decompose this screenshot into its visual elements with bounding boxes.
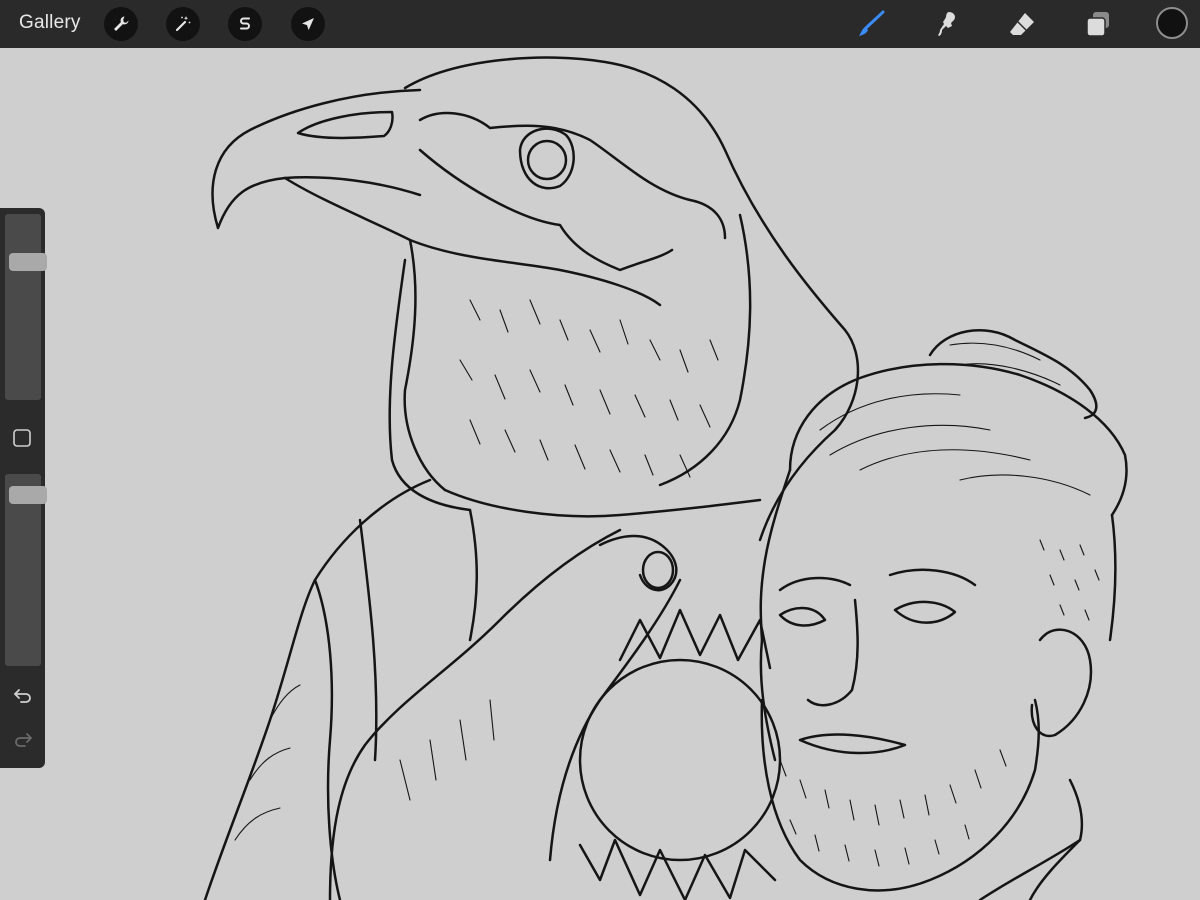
side-toolbar (0, 208, 47, 768)
collar (978, 778, 1084, 900)
smudge-finger-icon (938, 12, 955, 36)
beak-top (211, 88, 422, 230)
nose (806, 598, 859, 707)
eraser-tool-button[interactable] (1005, 6, 1041, 42)
smudge-tool-button[interactable] (929, 6, 965, 42)
sun-rays-bottom (578, 838, 777, 900)
brush-icon (859, 10, 885, 36)
hair-top (788, 362, 1128, 517)
line-art-drawing (203, 56, 1128, 900)
sun-rays-top (618, 608, 772, 670)
cheek-plate (418, 148, 674, 272)
beak-lower (283, 176, 662, 307)
chest-bottom (443, 488, 762, 518)
forehead (759, 468, 792, 642)
layers-icon (1086, 12, 1109, 37)
redo-icon (15, 733, 32, 747)
hair-side (1108, 513, 1117, 642)
nostril (296, 110, 394, 140)
adjustments-button[interactable] (166, 7, 200, 41)
robe-fold-1 (358, 518, 378, 762)
neck-right (658, 213, 752, 487)
robe-left (203, 478, 432, 900)
hand (598, 534, 678, 592)
brush-size-slider[interactable] (5, 214, 47, 400)
opacity-thumb[interactable] (9, 486, 47, 504)
fingertip (641, 550, 675, 590)
collar-2 (1028, 838, 1082, 900)
selection-button[interactable] (228, 7, 262, 41)
opacity-slider[interactable] (5, 474, 47, 666)
arm-lower (548, 578, 682, 862)
arrow-cursor-icon (302, 18, 314, 31)
transform-button[interactable] (291, 7, 325, 41)
redo-button[interactable] (10, 726, 36, 752)
brush-size-thumb[interactable] (9, 253, 47, 271)
color-picker-button[interactable] (1156, 7, 1188, 39)
top-toolbar: Gallery (0, 0, 1200, 48)
modifier-button[interactable] (12, 428, 32, 448)
drawing-canvas[interactable] (0, 48, 1200, 900)
wrench-icon (114, 16, 129, 31)
selection-s-icon (240, 17, 250, 30)
eye-right (893, 600, 957, 624)
layers-button[interactable] (1080, 6, 1116, 42)
brow-left (778, 576, 852, 592)
brush-tool-button[interactable] (854, 6, 890, 42)
gallery-button[interactable]: Gallery (19, 12, 81, 34)
undo-button[interactable] (10, 682, 36, 708)
eye-left (778, 606, 827, 627)
ear (1030, 628, 1093, 738)
arm-upper (328, 528, 622, 900)
robe-sleeve (313, 578, 342, 900)
neck-left (403, 238, 447, 492)
magic-wand-icon (175, 16, 191, 32)
skull-ridge (418, 111, 727, 240)
robe-fold-2 (468, 508, 478, 642)
actions-button[interactable] (104, 7, 138, 41)
eye (526, 139, 568, 181)
square-icon (13, 429, 31, 447)
undo-icon (14, 689, 31, 703)
beard (760, 698, 1040, 892)
mouth (798, 733, 907, 755)
eraser-icon (1010, 13, 1034, 35)
sun-disc (578, 658, 782, 862)
brow-right (888, 568, 977, 587)
